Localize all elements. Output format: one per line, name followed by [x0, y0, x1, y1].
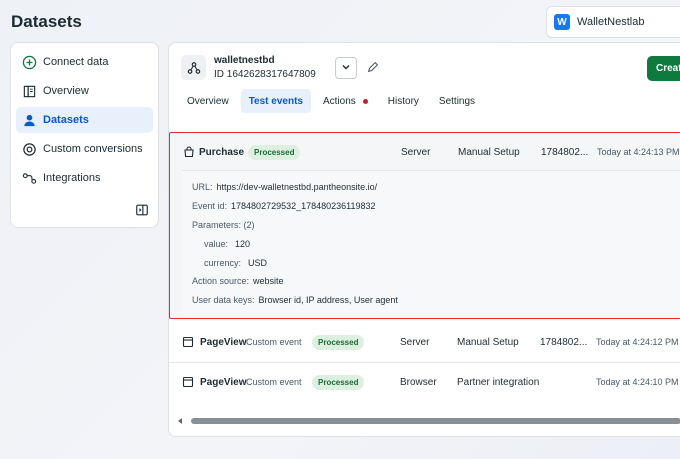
event-time: Today at 4:24:10 PM: [596, 377, 679, 387]
dataset-header: walletnestbd ID 1642628317647809: [181, 55, 316, 80]
shopping-bag-icon: [183, 146, 195, 158]
status-badge: Processed: [312, 374, 365, 390]
account-switcher[interactable]: W WalletNestlab: [546, 6, 680, 38]
tab-actions[interactable]: Actions: [315, 89, 376, 113]
sidebar-item-label: Custom conversions: [43, 143, 143, 155]
page-icon: [182, 376, 194, 388]
scroll-left-icon[interactable]: [175, 416, 185, 426]
event-type: Custom event: [246, 377, 302, 387]
chevron-down-icon: [341, 59, 351, 77]
event-id: 1784802...: [540, 336, 588, 348]
table-row[interactable]: PageView Custom event Processed Browser …: [169, 363, 680, 401]
pencil-icon[interactable]: [366, 60, 380, 74]
detail-value: 120: [235, 238, 251, 249]
sidebar-item-overview[interactable]: Overview: [16, 78, 153, 104]
event-name: Purchase: [199, 146, 245, 158]
horizontal-scrollbar[interactable]: [175, 414, 680, 428]
event-source: Browser: [400, 376, 437, 388]
tab-settings[interactable]: Settings: [431, 89, 483, 113]
detail-parameters: Parameters: (2): [192, 216, 680, 235]
detail-label: URL:: [192, 182, 213, 193]
event-name: PageView: [200, 376, 247, 388]
alert-dot: [362, 98, 368, 104]
detail-value: website: [253, 276, 284, 287]
collapse-sidebar-icon[interactable]: [135, 203, 149, 217]
event-type: Custom event: [246, 337, 302, 347]
detail-label: User data keys:: [192, 295, 255, 306]
detail-action-source: Action source: website: [192, 272, 680, 291]
detail-event-id: Event id: 1784802729532_178480236119832: [192, 197, 680, 216]
detail-param-currency: currency: USD: [192, 253, 680, 272]
event-id: 1784802...: [541, 146, 589, 158]
dataset-dropdown-button[interactable]: [335, 57, 357, 79]
status-badge: Processed: [312, 334, 365, 350]
event-time: Today at 4:24:13 PM: [597, 147, 680, 157]
detail-label: currency:: [204, 257, 242, 268]
detail-label: Event id:: [192, 201, 228, 212]
badge-icon: [22, 142, 37, 157]
sidebar-item-label: Overview: [43, 85, 89, 97]
tab-label: Actions: [322, 95, 356, 107]
create-button[interactable]: Creat: [647, 56, 680, 81]
sidebar-item-custom-conversions[interactable]: Custom conversions: [16, 136, 153, 162]
scrollbar-thumb[interactable]: [191, 418, 680, 424]
expanded-event-card[interactable]: Purchase Processed Server Manual Setup 1…: [169, 132, 680, 319]
book-icon: [22, 84, 37, 99]
sidebar-item-label: Connect data: [43, 56, 109, 68]
table-row[interactable]: Purchase Processed Server Manual Setup 1…: [170, 133, 680, 171]
nodes-icon: [22, 171, 37, 186]
dataset-id: ID 1642628317647809: [214, 69, 316, 80]
event-details: URL: https://dev-walletnestbd.pantheonsit…: [182, 170, 680, 314]
tab-bar: Overview Test events Actions History Set…: [179, 89, 483, 113]
sidebar-item-label: Integrations: [43, 172, 101, 184]
detail-user-data-keys: User data keys: Browser id, IP address, U…: [192, 291, 680, 310]
main-panel: walletnestbd ID 1642628317647809 Creat O…: [168, 42, 680, 437]
tab-label: Overview: [187, 95, 229, 107]
page-icon: [182, 336, 194, 348]
dataset-icon: [181, 55, 206, 80]
sidebar-item-label: Datasets: [43, 114, 89, 126]
tab-label: Test events: [248, 95, 303, 107]
status-badge: Processed: [248, 144, 301, 160]
event-name: PageView: [200, 336, 247, 348]
detail-param-value: value: 120: [192, 234, 680, 253]
detail-value: Browser id, IP address, User agent: [258, 295, 398, 306]
tab-history[interactable]: History: [380, 89, 427, 113]
detail-value: 1784802729532_178480236119832: [231, 201, 376, 212]
detail-label: Action source:: [192, 276, 250, 287]
detail-url: URL: https://dev-walletnestbd.pantheonsit…: [192, 178, 680, 197]
tab-label: Settings: [438, 95, 476, 107]
detail-value: https://dev-walletnestbd.pantheonsite.io…: [216, 182, 378, 193]
tab-overview[interactable]: Overview: [179, 89, 237, 113]
tab-test-events[interactable]: Test events: [240, 89, 311, 113]
event-setup: Partner integration: [457, 376, 540, 388]
detail-label: value:: [204, 238, 229, 249]
detail-value: USD: [248, 257, 268, 268]
event-source: Server: [400, 336, 430, 348]
account-name: WalletNestlab: [577, 16, 645, 28]
event-time: Today at 4:24:12 PM: [596, 337, 679, 347]
tab-label: History: [387, 95, 419, 107]
sidebar: Connect data Overview Datasets Custom co…: [10, 42, 159, 228]
event-source: Server: [401, 146, 431, 158]
table-row[interactable]: PageView Custom event Processed Server M…: [169, 323, 680, 361]
account-avatar: W: [554, 14, 570, 30]
dataset-name: walletnestbd: [214, 55, 275, 66]
event-setup: Manual Setup: [457, 336, 519, 348]
people-icon: [22, 113, 37, 128]
detail-label: Parameters: (2): [192, 219, 255, 230]
sidebar-item-datasets[interactable]: Datasets: [16, 107, 153, 133]
event-setup: Manual Setup: [458, 146, 520, 158]
sidebar-item-integrations[interactable]: Integrations: [16, 165, 153, 191]
plus-circle-icon: [22, 55, 37, 70]
sidebar-item-connect-data[interactable]: Connect data: [16, 49, 153, 75]
page-title: Datasets: [11, 12, 82, 31]
